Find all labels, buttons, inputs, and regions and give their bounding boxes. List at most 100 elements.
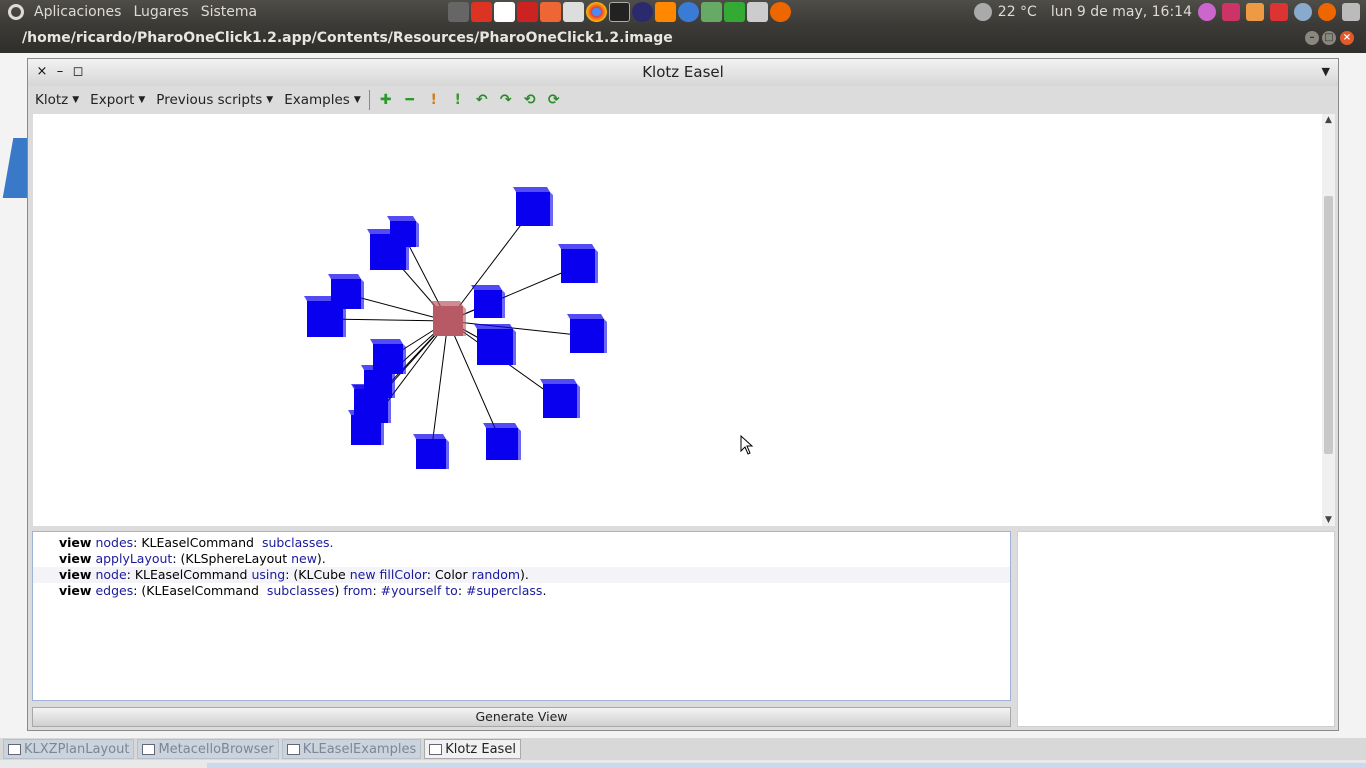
code-token: : Color <box>426 567 472 582</box>
cube-top-face <box>513 187 550 192</box>
graph-node-cube[interactable] <box>474 324 516 365</box>
wifi-icon[interactable] <box>1342 3 1360 21</box>
taskbar-item[interactable]: Klotz Easel <box>424 739 521 759</box>
weather-icon[interactable] <box>973 3 992 21</box>
pan-right-icon[interactable]: ⟳ <box>544 90 564 110</box>
graph-node-cube[interactable] <box>387 216 419 247</box>
chrome-icon[interactable] <box>586 2 607 22</box>
user-icon[interactable] <box>1294 3 1312 21</box>
graph-node-cube[interactable] <box>471 285 505 318</box>
code-token: ) <box>334 583 344 598</box>
zoom-in-icon[interactable]: ✚ <box>376 90 396 110</box>
menu-examples[interactable]: Examples ▼ <box>277 92 365 108</box>
graph-node-cube[interactable] <box>361 365 395 398</box>
bottom-strip <box>0 760 1366 768</box>
scroll-thumb[interactable] <box>1324 196 1333 454</box>
people-icon[interactable] <box>701 2 722 22</box>
code-token: : KLEaselCommand <box>133 535 262 550</box>
mail-icon[interactable] <box>747 2 768 22</box>
terminal-icon[interactable] <box>609 2 630 22</box>
oracle-icon[interactable] <box>471 2 492 22</box>
easel-titlebar[interactable]: × – ◻ Klotz Easel ▼ <box>28 59 1338 86</box>
graph-node-cube[interactable] <box>483 423 521 460</box>
graph-node-cube[interactable] <box>567 314 607 353</box>
script-editor[interactable]: view nodes: KLEaselCommand subclasses. vi… <box>32 531 1011 701</box>
code-token: from <box>343 583 373 598</box>
vertical-scrollbar[interactable]: ▲ ▼ <box>1322 114 1335 526</box>
flame-icon[interactable] <box>540 2 561 22</box>
scroll-up-icon[interactable]: ▲ <box>1322 114 1335 126</box>
cube-side-face <box>403 344 406 374</box>
selection-strip <box>207 763 1366 768</box>
clock[interactable]: lun 9 de may, 16:14 <box>1051 4 1192 20</box>
code-token: edges <box>91 583 134 598</box>
code-line: view nodes: KLEaselCommand subclasses. <box>59 535 1010 551</box>
taskbar-item-label: KLXZPlanLayout <box>24 741 130 757</box>
easel-title: Klotz Easel <box>642 63 724 81</box>
graph-node-cube[interactable] <box>328 274 364 309</box>
scroll-down-icon[interactable]: ▼ <box>1322 514 1335 526</box>
taskbar-item[interactable]: KLEaselExamples <box>281 739 422 759</box>
code-token: nodes <box>91 535 134 550</box>
rotate-left-icon[interactable]: ↶ <box>472 90 492 110</box>
tex-icon[interactable] <box>563 2 584 22</box>
graph-node-cube[interactable] <box>413 434 449 469</box>
close-button[interactable]: × <box>1340 31 1354 45</box>
temperature[interactable]: 22 °C <box>998 4 1037 20</box>
rotate-right-icon[interactable]: ↷ <box>496 90 516 110</box>
cube-front-face <box>486 428 518 460</box>
weather-app-icon[interactable] <box>770 2 791 22</box>
menu-klotz[interactable]: Klotz ▼ <box>28 92 83 108</box>
editor-icon[interactable] <box>517 2 538 22</box>
star-icon[interactable] <box>655 2 676 22</box>
cube-front-face <box>390 221 416 247</box>
bug-icon[interactable] <box>448 2 469 22</box>
cube-side-face <box>446 439 449 469</box>
cube-top-face <box>483 423 518 428</box>
view-canvas[interactable] <box>33 114 1322 526</box>
pidgin-icon[interactable] <box>1198 3 1216 21</box>
power-icon[interactable] <box>1270 3 1288 21</box>
cube-side-face <box>502 290 505 318</box>
eclipse-icon[interactable] <box>632 2 653 22</box>
workspace-icon[interactable] <box>1222 3 1240 21</box>
taskbar-item[interactable]: MetacelloBrowser <box>137 739 279 759</box>
menu-system[interactable]: Sistema <box>197 4 265 20</box>
folder-icon[interactable] <box>1246 3 1264 21</box>
move-up-icon[interactable]: ǃ <box>424 90 444 110</box>
code-token: subclasses. <box>261 535 334 550</box>
firefox-icon[interactable] <box>678 2 699 22</box>
update-icon[interactable] <box>1318 3 1336 21</box>
cube-top-face <box>567 314 604 319</box>
taskbar-item-label: Klotz Easel <box>445 741 516 757</box>
code-token: #yourself <box>380 583 442 598</box>
vbox-icon[interactable] <box>724 2 745 22</box>
window-titlebar[interactable]: /home/ricardo/PharoOneClick1.2.app/Conte… <box>0 24 1366 53</box>
code-token: . <box>542 583 547 598</box>
menu-export[interactable]: Export ▼ <box>83 92 149 108</box>
generate-view-button[interactable]: Generate View <box>32 707 1011 727</box>
maximize-button[interactable]: □ <box>1322 31 1336 45</box>
menu-places[interactable]: Lugares <box>129 4 196 20</box>
cube-top-face <box>370 339 403 344</box>
graph-view[interactable] <box>33 114 1322 526</box>
minimize-button[interactable]: – <box>1305 31 1319 45</box>
zoom-out-icon[interactable]: ━ <box>400 90 420 110</box>
menu-applications[interactable]: Aplicaciones <box>30 4 129 20</box>
graph-node-cube[interactable] <box>540 379 580 418</box>
inspector-pane[interactable] <box>1017 531 1335 727</box>
media-icon[interactable] <box>494 2 515 22</box>
graph-center-cube[interactable] <box>430 301 466 336</box>
ubuntu-logo-icon[interactable] <box>8 4 24 20</box>
taskbar-item[interactable]: KLXZPlanLayout <box>3 739 135 759</box>
graph-node-cube[interactable] <box>558 244 598 283</box>
pan-left-icon[interactable]: ⟲ <box>520 90 540 110</box>
move-down-icon[interactable]: ǃ <box>448 90 468 110</box>
window-menu-icon[interactable]: ▼ <box>1322 65 1330 78</box>
code-token: view <box>59 583 92 598</box>
graph-node-cube[interactable] <box>513 187 553 226</box>
cube-front-face <box>416 439 446 469</box>
menu-previous-scripts[interactable]: Previous scripts ▼ <box>149 92 277 108</box>
chevron-down-icon: ▼ <box>353 94 361 105</box>
menu-export-label: Export <box>90 91 135 108</box>
